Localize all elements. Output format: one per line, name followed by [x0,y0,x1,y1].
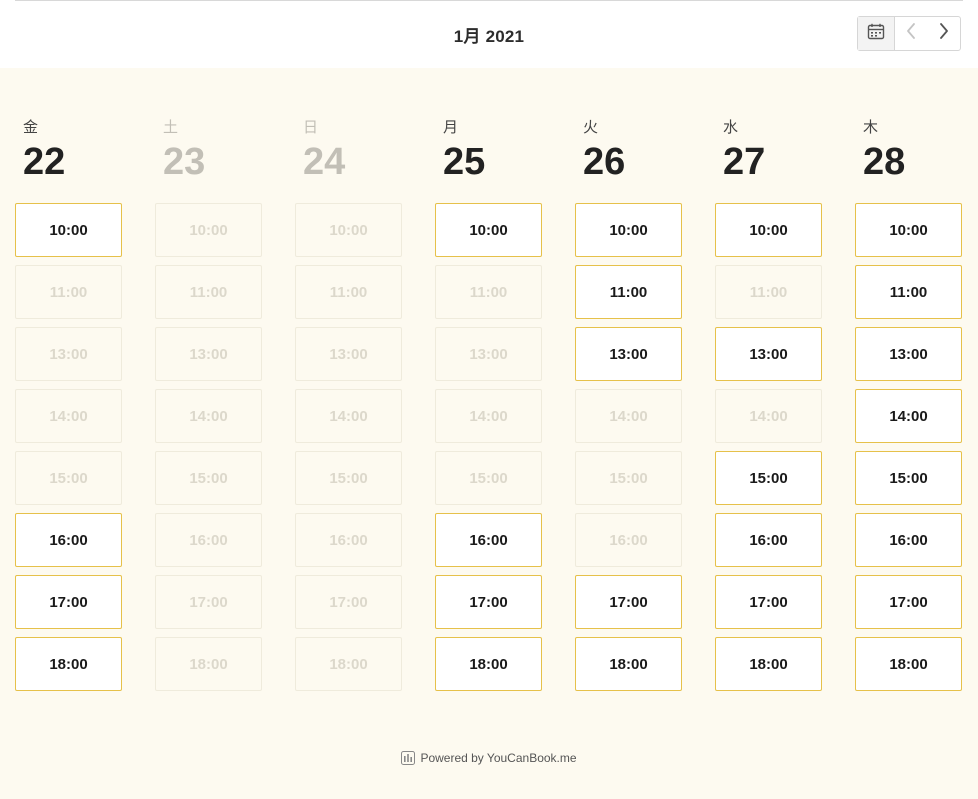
time-slot-button[interactable]: 18:00 [15,637,122,691]
day-of-week-label: 月 [443,119,459,136]
time-slot-button[interactable]: 16:00 [855,513,962,567]
time-slot-unavailable: 14:00 [715,389,822,443]
chevron-left-icon [906,23,916,44]
youcanbook-logo-icon [401,751,416,765]
time-slot-unavailable: 13:00 [435,327,542,381]
time-slot-unavailable: 13:00 [15,327,122,381]
day-of-week-label: 日 [303,119,319,136]
time-slot-button[interactable]: 18:00 [715,637,822,691]
time-slot-button[interactable]: 13:00 [715,327,822,381]
day-number: 25 [443,141,486,183]
time-slot-button[interactable]: 10:00 [435,203,542,257]
time-slot-button[interactable]: 10:00 [575,203,682,257]
time-slot-unavailable: 14:00 [575,389,682,443]
time-slot-unavailable: 16:00 [575,513,682,567]
time-slot-button[interactable]: 10:00 [715,203,822,257]
time-slot-unavailable: 11:00 [155,265,262,319]
day-column: 木 28 10:00 11:00 13:00 14:00 15:00 16:00 17:00 18… [855,118,962,699]
time-slot-unavailable: 13:00 [295,327,402,381]
day-number: 22 [23,141,66,183]
time-slot-button[interactable]: 10:00 [15,203,122,257]
time-slot-button[interactable]: 17:00 [715,575,822,629]
time-slot-unavailable: 11:00 [435,265,542,319]
time-slot-unavailable: 15:00 [295,451,402,505]
day-of-week-label: 火 [583,119,599,136]
time-slot-button[interactable]: 16:00 [15,513,122,567]
time-slot-unavailable: 17:00 [295,575,402,629]
time-slot-button[interactable]: 15:00 [855,451,962,505]
calendar-picker-button[interactable] [858,17,895,50]
day-column: 日 24 10:00 11:00 13:00 14:00 15:00 16:00 17:00 18… [295,118,402,699]
time-slot-button[interactable]: 16:00 [435,513,542,567]
day-of-week-label: 土 [163,119,179,136]
time-slot-unavailable: 10:00 [155,203,262,257]
powered-by-link[interactable]: Powered by YouCanBook.me [420,751,576,765]
time-slot-button[interactable]: 14:00 [855,389,962,443]
time-slot-unavailable: 11:00 [715,265,822,319]
time-slot-button[interactable]: 16:00 [715,513,822,567]
day-number: 28 [863,141,906,183]
time-slot-unavailable: 14:00 [15,389,122,443]
previous-week-button[interactable] [895,17,928,50]
day-column: 火 26 10:00 11:00 13:00 14:00 15:00 16:00 17:00 18… [575,118,682,699]
time-slot-unavailable: 15:00 [15,451,122,505]
time-slot-unavailable: 16:00 [155,513,262,567]
time-slot-unavailable: 11:00 [15,265,122,319]
time-slot-unavailable: 14:00 [295,389,402,443]
day-number: 24 [303,141,346,183]
day-number: 23 [163,141,206,183]
day-number: 27 [723,141,766,183]
time-slot-unavailable: 15:00 [575,451,682,505]
time-slot-button[interactable]: 17:00 [435,575,542,629]
time-slot-button[interactable]: 13:00 [575,327,682,381]
time-slot-unavailable: 17:00 [155,575,262,629]
footer: Powered by YouCanBook.me [0,751,978,765]
time-slot-unavailable: 13:00 [155,327,262,381]
next-week-button[interactable] [927,17,960,50]
time-slot-button[interactable]: 17:00 [15,575,122,629]
day-column: 土 23 10:00 11:00 13:00 14:00 15:00 16:00 17:00 18… [155,118,262,699]
time-slot-unavailable: 14:00 [435,389,542,443]
top-divider [15,0,963,1]
date-navigation [857,16,961,51]
time-slot-button[interactable]: 17:00 [575,575,682,629]
time-slot-unavailable: 15:00 [155,451,262,505]
time-slot-unavailable: 10:00 [295,203,402,257]
day-column: 月 25 10:00 11:00 13:00 14:00 15:00 16:00 17:00 18… [435,118,542,699]
time-slot-button[interactable]: 10:00 [855,203,962,257]
calendar-icon [867,23,885,45]
day-of-week-label: 水 [723,119,739,136]
time-slot-unavailable: 18:00 [295,637,402,691]
month-title: 1月 2021 [453,27,525,46]
time-slot-unavailable: 18:00 [155,637,262,691]
time-slot-button[interactable]: 18:00 [855,637,962,691]
day-of-week-label: 金 [23,119,39,136]
time-slot-button[interactable]: 18:00 [575,637,682,691]
time-slot-unavailable: 14:00 [155,389,262,443]
time-slot-button[interactable]: 15:00 [715,451,822,505]
day-of-week-label: 木 [863,119,879,136]
time-slot-button[interactable]: 11:00 [575,265,682,319]
time-slot-button[interactable]: 18:00 [435,637,542,691]
chevron-right-icon [939,23,949,44]
time-slot-button[interactable]: 13:00 [855,327,962,381]
day-column: 水 27 10:00 11:00 13:00 14:00 15:00 16:00 17:00 18… [715,118,822,699]
time-slot-unavailable: 11:00 [295,265,402,319]
time-slot-button[interactable]: 17:00 [855,575,962,629]
header-bar: 1月 2021 [0,0,978,68]
time-slot-unavailable: 16:00 [295,513,402,567]
time-slot-unavailable: 15:00 [435,451,542,505]
day-number: 26 [583,141,626,183]
time-slot-button[interactable]: 11:00 [855,265,962,319]
day-column: 金 22 10:00 11:00 13:00 14:00 15:00 16:00 17:00 18… [15,118,122,699]
